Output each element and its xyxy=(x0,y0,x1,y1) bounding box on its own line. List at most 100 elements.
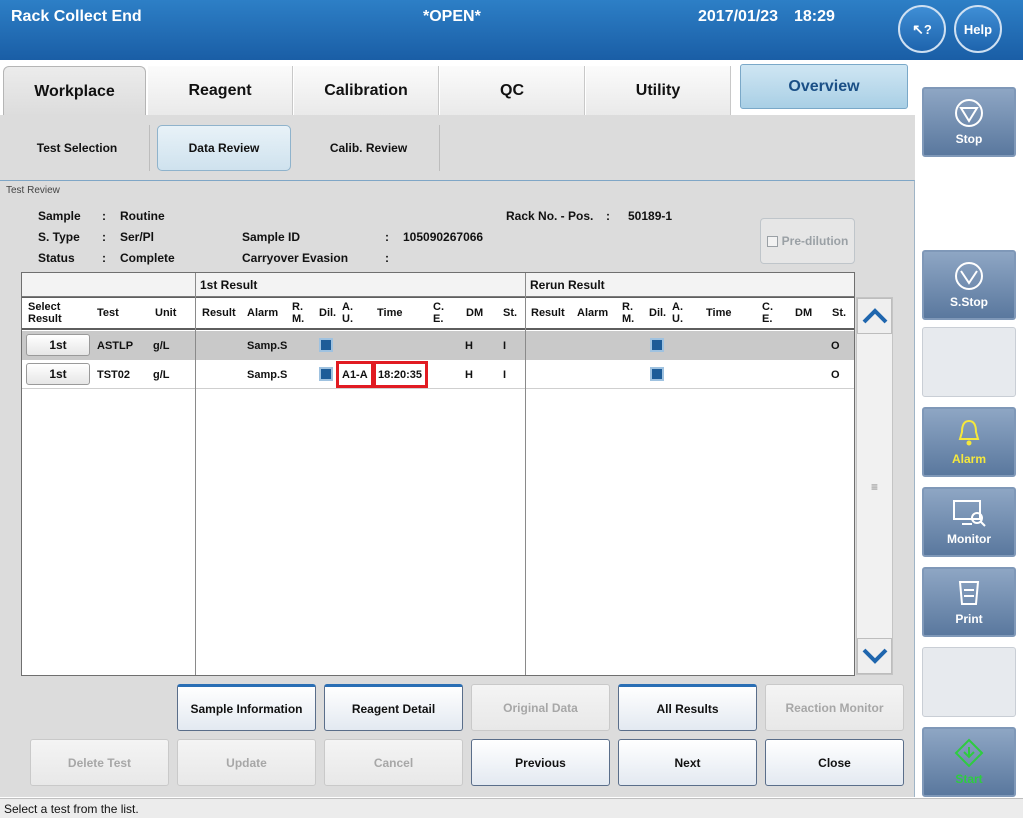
rack-value: 50189-1 xyxy=(628,209,673,223)
next-button[interactable]: Next xyxy=(618,739,757,786)
col-st: St. xyxy=(503,307,518,319)
s-stop-label: S.Stop xyxy=(950,295,988,309)
stype-label: S. Type xyxy=(38,230,80,244)
scroll-up-button[interactable] xyxy=(857,298,892,334)
sample-value: Routine xyxy=(120,209,165,223)
context-help-label: ? xyxy=(923,21,932,37)
stop-button[interactable]: Stop xyxy=(922,87,1016,157)
col-ce: C. E. xyxy=(433,301,444,325)
alarm-button[interactable]: Alarm xyxy=(922,407,1016,477)
right-control-panel: Stop S.Stop Alarm Monitor Print Start xyxy=(915,60,1023,798)
time-display: 18:29 xyxy=(794,8,835,25)
sample-information-button[interactable]: Sample Information xyxy=(177,684,316,731)
col-rm: R. M. xyxy=(292,301,305,325)
column-divider xyxy=(195,273,196,675)
print-button[interactable]: Print xyxy=(922,567,1016,637)
table-scrollbar[interactable]: ≡ xyxy=(856,297,893,675)
tab-workplace[interactable]: Workplace xyxy=(3,66,146,116)
col-test: Test xyxy=(97,307,119,319)
open-mode-indicator: *OPEN* xyxy=(423,8,481,25)
stype-value: Ser/Pl xyxy=(120,230,155,244)
table-row[interactable]: 1st TST02 g/L Samp.S A1-A 18:20:35 H I O xyxy=(22,360,854,389)
close-button[interactable]: Close xyxy=(765,739,904,786)
au-cell: A1-A xyxy=(342,368,368,381)
column-divider xyxy=(525,273,526,675)
scroll-down-button[interactable] xyxy=(857,638,892,674)
monitor-label: Monitor xyxy=(947,532,991,546)
col-rerun-dm: DM xyxy=(795,307,813,319)
all-results-button[interactable]: All Results xyxy=(618,684,757,731)
sampling-stop-button[interactable]: S.Stop xyxy=(922,250,1016,320)
sampling-stop-icon xyxy=(955,262,983,290)
previous-button[interactable]: Previous xyxy=(471,739,610,786)
unit-cell: g/L xyxy=(153,339,170,352)
unit-cell: g/L xyxy=(153,368,170,381)
tab-utility[interactable]: Utility xyxy=(586,66,731,116)
chevron-down-icon xyxy=(862,648,887,664)
col-rerun-time: Time xyxy=(706,307,732,319)
subtab-calib-review[interactable]: Calib. Review xyxy=(298,125,440,171)
tab-reagent[interactable]: Reagent xyxy=(148,66,293,116)
subtab-test-selection[interactable]: Test Selection xyxy=(5,125,150,171)
main-tab-bar: Workplace Reagent Calibration QC Utility… xyxy=(0,60,915,116)
cancel-button[interactable]: Cancel xyxy=(324,739,463,786)
reagent-detail-button[interactable]: Reagent Detail xyxy=(324,684,463,731)
subtab-data-review[interactable]: Data Review xyxy=(157,125,291,171)
test-review-panel: Test Review Sample : Routine S. Type : S… xyxy=(0,180,915,797)
scroll-thumb-grip-icon[interactable]: ≡ xyxy=(857,480,892,494)
carryover-label: Carryover Evasion xyxy=(242,251,349,265)
original-data-button[interactable]: Original Data xyxy=(471,684,610,731)
colon: : xyxy=(102,230,106,244)
sample-id-value: 105090267066 xyxy=(403,230,484,244)
empty-side-slot xyxy=(922,647,1016,717)
test-cell: ASTLP xyxy=(97,339,134,352)
context-help-button[interactable]: ↖? xyxy=(898,5,946,53)
dm-cell: H xyxy=(465,339,473,352)
panel-title: Test Review xyxy=(6,185,60,196)
dm-cell: H xyxy=(465,368,473,381)
stop-label: Stop xyxy=(955,132,983,146)
rerun-st-cell: O xyxy=(831,368,840,381)
select-result-button[interactable]: 1st xyxy=(26,334,90,356)
table-row[interactable]: 1st ASTLP g/L Samp.S H I O xyxy=(22,331,854,360)
status-label: Status xyxy=(38,251,75,265)
reaction-monitor-button[interactable]: Reaction Monitor xyxy=(765,684,904,731)
sample-id-label: Sample ID xyxy=(242,230,301,244)
col-rerun-result: Result xyxy=(531,307,565,319)
sample-label: Sample xyxy=(38,209,81,223)
col-au: A. U. xyxy=(342,301,353,325)
col-result: Result xyxy=(202,307,236,319)
update-button[interactable]: Update xyxy=(177,739,316,786)
colon: : xyxy=(102,209,106,223)
col-rerun-dil: Dil. xyxy=(649,307,667,319)
pre-dilution-checkbox[interactable]: Pre-dilution xyxy=(760,218,855,264)
tab-overview[interactable]: Overview xyxy=(740,64,908,109)
select-result-button[interactable]: 1st xyxy=(26,363,90,385)
test-cell: TST02 xyxy=(97,368,131,381)
status-bar: Select a test from the list. xyxy=(0,798,1023,818)
col-time: Time xyxy=(377,307,403,319)
print-icon xyxy=(958,581,980,605)
top-header: Rack Collect End *OPEN* 2017/01/23 18:29… xyxy=(0,0,1023,60)
system-status: Rack Collect End xyxy=(11,8,142,25)
col-select-result: Select Result xyxy=(28,301,62,325)
monitor-button[interactable]: Monitor xyxy=(922,487,1016,557)
alarm-label: Alarm xyxy=(951,452,986,466)
column-header-row: Select Result Test Unit Result Alarm R. … xyxy=(22,297,854,330)
rerun-dilution-indicator-icon xyxy=(650,367,664,381)
tab-calibration[interactable]: Calibration xyxy=(294,66,439,116)
col-rerun-ce: C. E. xyxy=(762,301,773,325)
delete-test-button[interactable]: Delete Test xyxy=(30,739,169,786)
start-button[interactable]: Start xyxy=(922,727,1016,797)
dilution-indicator-icon xyxy=(319,367,333,381)
col-dil: Dil. xyxy=(319,307,337,319)
print-label: Print xyxy=(955,612,983,626)
rerun-dilution-indicator-icon xyxy=(650,338,664,352)
pre-dilution-label: Pre-dilution xyxy=(781,234,849,248)
results-table: 1st Result Rerun Result Select Result Te… xyxy=(21,272,855,676)
tab-qc[interactable]: QC xyxy=(440,66,585,116)
bell-icon xyxy=(958,419,980,446)
alarm-cell: Samp.S xyxy=(247,339,288,352)
col-unit: Unit xyxy=(155,307,177,319)
help-button[interactable]: Help xyxy=(954,5,1002,53)
